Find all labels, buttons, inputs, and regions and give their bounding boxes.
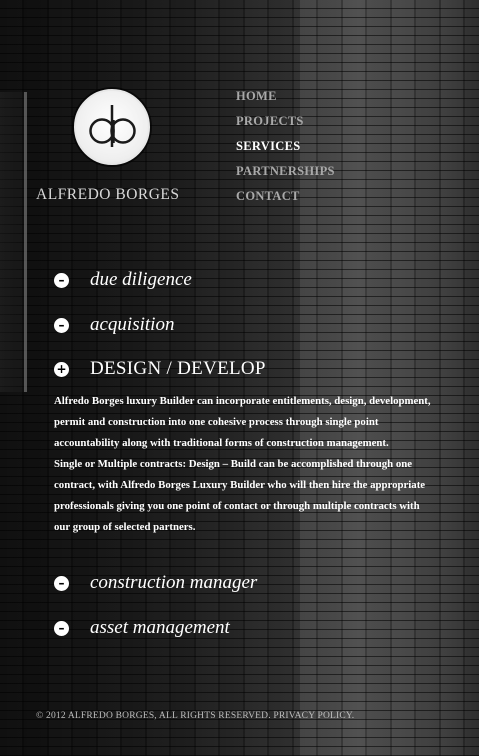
main-nav: HOME PROJECTS SERVICES PARTNERSHIPS CONT… [236, 89, 335, 214]
section-title[interactable]: construction manager [90, 572, 257, 594]
body-paragraph: Alfredo Borges luxury Builder can incorp… [54, 395, 431, 449]
plus-icon[interactable]: + [54, 361, 69, 377]
section-title[interactable]: acquisition [90, 314, 174, 336]
minus-icon[interactable]: – [54, 317, 69, 333]
brand-name: ALFREDO BORGES [36, 186, 180, 203]
copyright-text: © 2012 ALFREDO BORGES, ALL RIGHTS RESERV… [36, 711, 271, 721]
section-title[interactable]: due diligence [90, 269, 192, 291]
logo-icon [89, 105, 136, 147]
section-acquisition[interactable]: – acquisition [54, 314, 174, 336]
nav-item-projects[interactable]: PROJECTS [236, 114, 335, 139]
nav-item-home[interactable]: HOME [236, 89, 335, 114]
minus-icon[interactable]: – [54, 620, 69, 636]
privacy-policy-link[interactable]: PRIVACY POLICY. [273, 711, 354, 721]
section-construction-manager[interactable]: – construction manager [54, 572, 257, 594]
section-asset-management[interactable]: – asset management [54, 617, 230, 639]
footer: © 2012 ALFREDO BORGES, ALL RIGHTS RESERV… [36, 711, 354, 721]
section-design-develop[interactable]: + DESIGN / DEVELOP [54, 358, 266, 380]
minus-icon[interactable]: – [54, 272, 69, 288]
nav-item-services[interactable]: SERVICES [236, 139, 335, 164]
body-paragraph: Single or Multiple contracts: Design – B… [54, 458, 426, 533]
minus-icon[interactable]: – [54, 575, 69, 591]
section-title[interactable]: asset management [90, 617, 230, 639]
nav-item-partnerships[interactable]: PARTNERSHIPS [236, 164, 335, 189]
section-due-diligence[interactable]: – due diligence [54, 269, 192, 291]
section-title[interactable]: DESIGN / DEVELOP [90, 358, 266, 380]
page: ab ALFREDO BORGES HOME PROJECTS SERVICES… [0, 0, 479, 756]
logo[interactable]: ab [74, 89, 150, 165]
nav-item-contact[interactable]: CONTACT [236, 189, 335, 214]
section-body-design-develop: Alfredo Borges luxury Builder can incorp… [54, 391, 434, 538]
